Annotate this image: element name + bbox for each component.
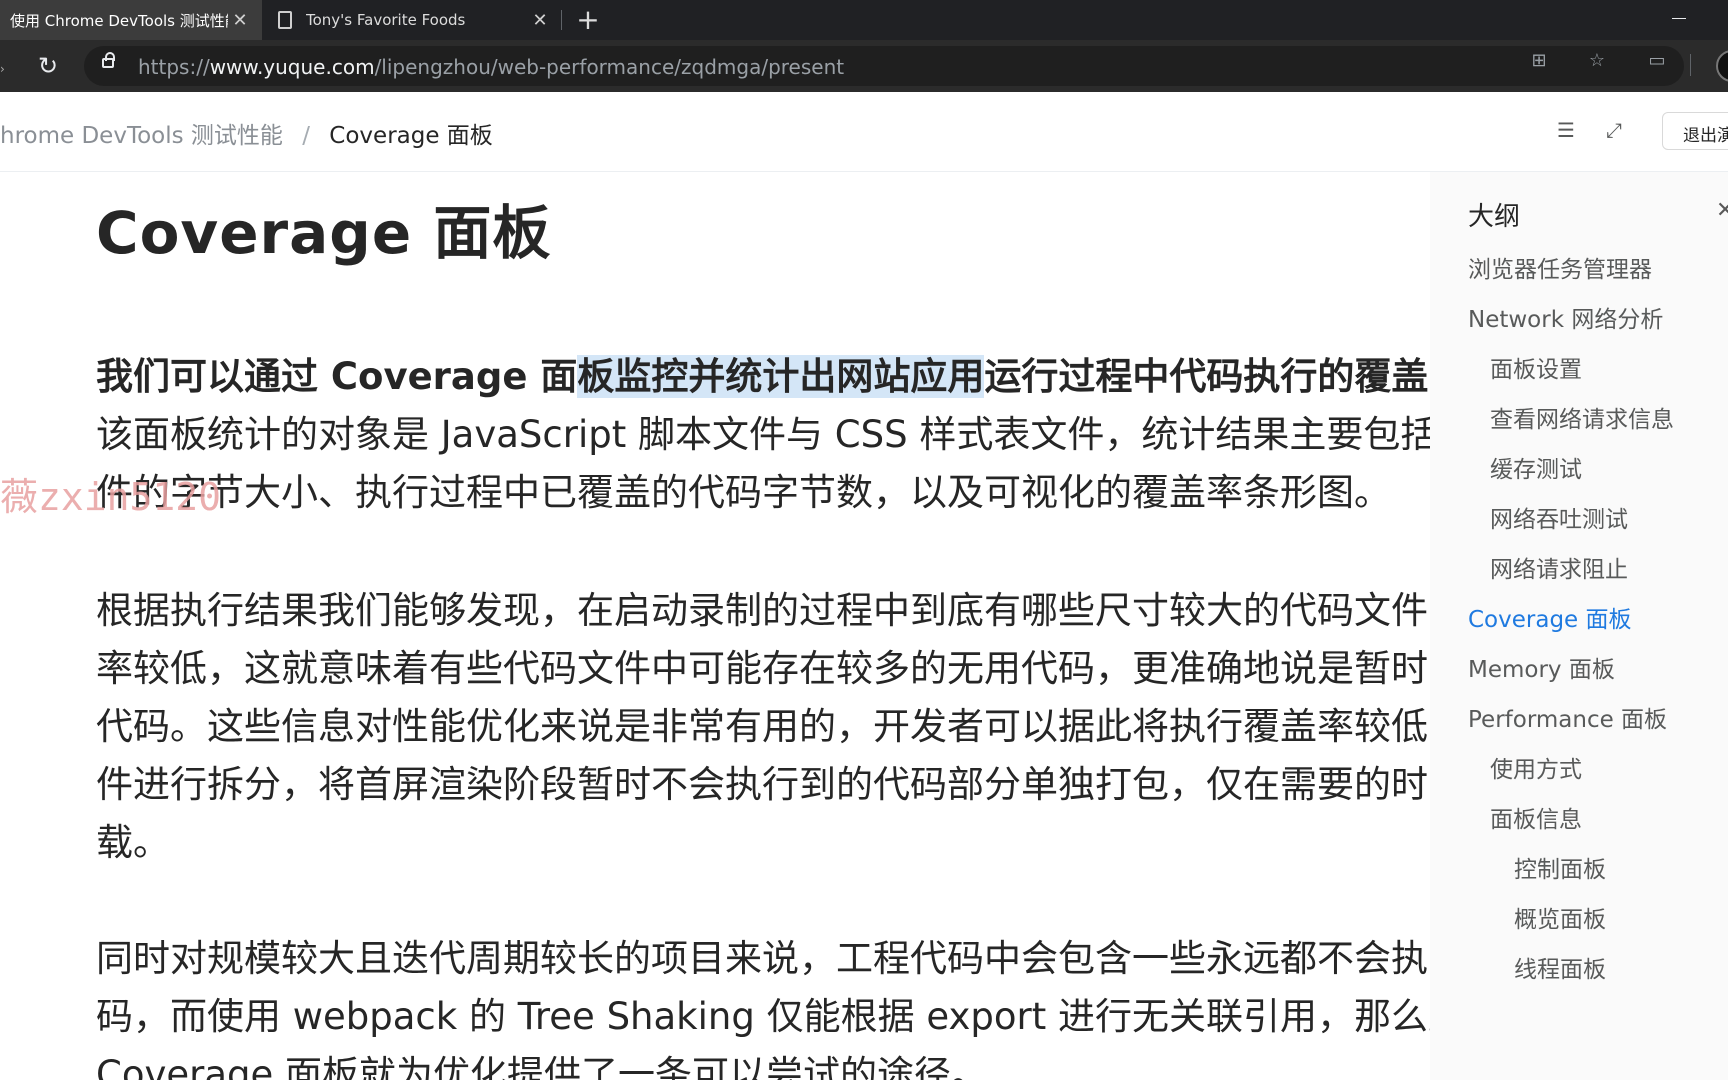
outline-title: 大纲 [1468,202,1521,232]
outline-item[interactable]: 面板信息 [1490,800,1582,834]
browser-tabstrip: 使用 Chrome DevTools 测试性能 ✕ Tony's Favorit… [0,0,1728,40]
address-bar[interactable]: https://www.yuque.com/lipengzhou/web-per… [84,46,1684,86]
outline-item[interactable]: 面板设置 [1490,350,1582,384]
article-content: Coverage 面板 我们可以通过 Coverage 面板监控并统计出网站应用… [96,172,1430,1080]
url-text[interactable]: https://www.yuque.com/lipengzhou/web-per… [138,55,844,79]
url-host: www.yuque.com [209,55,375,79]
close-tab-icon[interactable]: ✕ [228,10,252,31]
close-outline-icon[interactable]: ✕ [1716,198,1728,223]
outline-item[interactable]: Performance 面板 [1468,700,1667,734]
tab-title: Tony's Favorite Foods [306,11,466,29]
outline-item[interactable]: 浏览器任务管理器 [1468,250,1652,284]
breadcrumb-parent[interactable]: hrome DevTools 测试性能 [0,123,283,149]
paragraph-line: 载。 [96,821,170,864]
presentation-header: hrome DevTools 测试性能 / Coverage 面板 ☰ ⤢ 退出… [0,92,1728,172]
watermark-text: 薇zxin5120 [0,475,222,519]
outline-item[interactable]: Network 网络分析 [1468,300,1663,334]
profile-avatar[interactable] [1716,50,1728,82]
apps-icon[interactable]: ⊞ [1528,50,1550,72]
outline-item[interactable]: 查看网络请求信息 [1490,400,1674,434]
exit-presentation-button[interactable]: 退出演示 [1662,112,1728,150]
text-run: 我们可以通过 Coverage 面 [96,355,578,398]
file-icon [278,11,292,29]
fullscreen-icon[interactable]: ⤢ [1602,118,1626,142]
breadcrumb-separator: / [302,123,310,149]
paragraph-line: 根据执行结果我们能够发现，在启动录制的过程中到底有哪些尺寸较大的代码文件 [96,589,1428,632]
paragraph-line: 代码。这些信息对性能优化来说是非常有用的，开发者可以据此将执行覆盖率较低 [96,705,1428,748]
paragraph-line: 该面板统计的对象是 JavaScript 脚本文件与 CSS 样式表文件，统计结… [96,413,1430,456]
collections-icon[interactable]: ▭ [1646,50,1668,72]
add-favorite-icon[interactable]: ☆ [1586,50,1608,72]
paragraph-line: 码，而使用 webpack 的 Tree Shaking 仅能根据 export… [96,995,1430,1038]
paragraph-line: 我们可以通过 Coverage 面板监控并统计出网站应用运行过程中代码执行的覆盖 [96,348,1430,406]
paragraph-1: 我们可以通过 Coverage 面板监控并统计出网站应用运行过程中代码执行的覆盖… [96,348,1430,522]
url-scheme: https:// [138,55,210,79]
minimize-window-icon[interactable] [1672,18,1686,19]
outline-item[interactable]: 使用方式 [1490,750,1582,784]
paragraph-3: 同时对规模较大且迭代周期较长的项目来说，工程代码中会包含一些永远都不会执 码，而… [96,930,1430,1080]
outline-item[interactable]: 线程面板 [1514,950,1606,984]
paragraph-line: Coverage 面板就为优化提供了一条可以尝试的途径。 [96,1053,989,1080]
close-tab-icon[interactable]: ✕ [528,10,552,31]
lock-icon[interactable] [102,52,115,68]
paragraph-line: 件进行拆分，将首屏渲染阶段暂时不会执行到的代码部分单独打包，仅在需要的时 [96,763,1428,806]
back-arrow-icon[interactable]: › [0,62,6,76]
selected-text: 板监控并统计出网站应用 [577,355,985,398]
outline-panel: 大纲 ✕ 浏览器任务管理器 Network 网络分析 面板设置 查看网络请求信息… [1430,172,1728,1080]
outline-item[interactable]: Memory 面板 [1468,650,1615,684]
paragraph-2: 根据执行结果我们能够发现，在启动录制的过程中到底有哪些尺寸较大的代码文件 率较低… [96,582,1428,872]
outline-item[interactable]: 控制面板 [1514,850,1606,884]
outline-item[interactable]: 缓存测试 [1490,450,1582,484]
text-run: 运行过程中代码执行的覆盖 [984,355,1429,398]
new-tab-button[interactable]: + [572,2,604,38]
outline-item[interactable]: 网络请求阻止 [1490,550,1628,584]
tab-devtools[interactable]: 使用 Chrome DevTools 测试性能 ✕ [0,0,262,40]
paragraph-line: 件的字节大小、执行过程中已覆盖的代码字节数，以及可视化的覆盖率条形图。 [96,471,1391,514]
breadcrumb-current: Coverage 面板 [329,123,493,149]
outline-item[interactable]: 概览面板 [1514,900,1606,934]
reload-icon[interactable]: ↻ [36,54,60,78]
breadcrumb: hrome DevTools 测试性能 / Coverage 面板 [0,116,493,150]
tab-favorite-foods[interactable]: Tony's Favorite Foods ✕ [262,0,562,40]
url-path: /lipengzhou/web-performance/zqdmga/prese… [374,55,845,79]
outline-toggle-icon[interactable]: ☰ [1554,118,1578,142]
browser-toolbar: › ↻ https://www.yuque.com/lipengzhou/web… [0,40,1728,92]
paragraph-line: 同时对规模较大且迭代周期较长的项目来说，工程代码中会包含一些永远都不会执 [96,937,1428,980]
outline-item-active[interactable]: Coverage 面板 [1468,600,1632,634]
toolbar-divider [1690,54,1691,76]
page-title: Coverage 面板 [96,199,552,267]
tab-divider [561,10,562,30]
outline-item[interactable]: 网络吞吐测试 [1490,500,1628,534]
tab-title: 使用 Chrome DevTools 测试性能 [10,11,228,30]
paragraph-line: 率较低，这就意味着有些代码文件中可能存在较多的无用代码，更准确地说是暂时 [96,647,1428,690]
